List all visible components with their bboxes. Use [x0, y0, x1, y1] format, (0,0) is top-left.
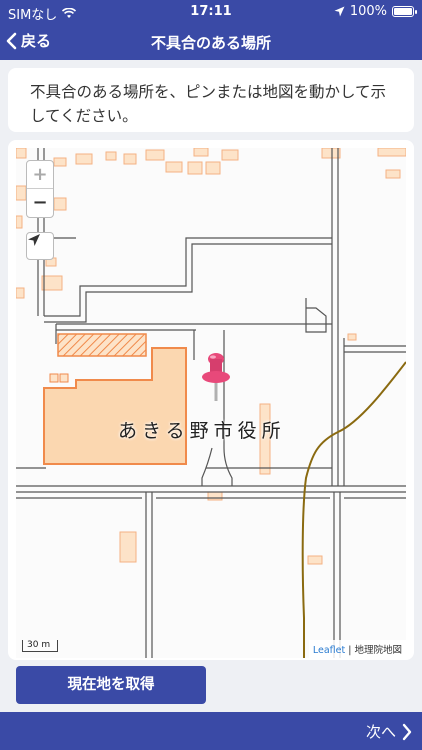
location-arrow-icon: [334, 6, 345, 17]
zoom-in-button[interactable]: +: [27, 161, 53, 189]
map-view[interactable]: + − あきる野市役所 30 m Leaflet | 地理院地図: [16, 148, 406, 658]
page-title: 不具合のある場所: [150, 34, 271, 52]
get-location-button[interactable]: 現在地を取得: [16, 666, 206, 704]
map-card: + − あきる野市役所 30 m Leaflet | 地理院地図: [8, 140, 414, 660]
battery-icon: [392, 6, 417, 17]
map-attribution: Leaflet | 地理院地図: [308, 640, 406, 658]
zoom-control: + −: [26, 160, 54, 218]
app-header: SIMなし 17:11 100% 戻る 不具合のある場所: [0, 0, 422, 60]
nav-bar: 戻る 不具合のある場所: [0, 24, 422, 60]
instruction-card: 不具合のある場所を、ピンまたは地図を動かして示してください。: [8, 68, 414, 132]
zoom-out-button[interactable]: −: [27, 189, 53, 217]
instruction-text: 不具合のある場所を、ピンまたは地図を動かして示してください。: [30, 83, 387, 125]
locate-button[interactable]: [26, 232, 54, 260]
map-tiles: [16, 148, 406, 658]
pushpin-icon: [202, 353, 230, 401]
battery-percent: 100%: [349, 4, 387, 19]
attribution-source: 地理院地図: [354, 645, 402, 656]
bottom-bar: 次へ: [0, 712, 422, 750]
next-label: 次へ: [365, 723, 396, 741]
building-label: あきる野市役所: [118, 420, 286, 442]
next-button[interactable]: 次へ: [366, 721, 412, 742]
scale-bar: 30 m: [22, 640, 58, 652]
status-right: 100%: [334, 4, 417, 19]
leaflet-link[interactable]: Leaflet: [313, 645, 345, 656]
chevron-right-icon: [402, 723, 412, 740]
navigation-arrow-icon: [28, 234, 40, 246]
status-bar: SIMなし 17:11 100%: [0, 0, 422, 24]
